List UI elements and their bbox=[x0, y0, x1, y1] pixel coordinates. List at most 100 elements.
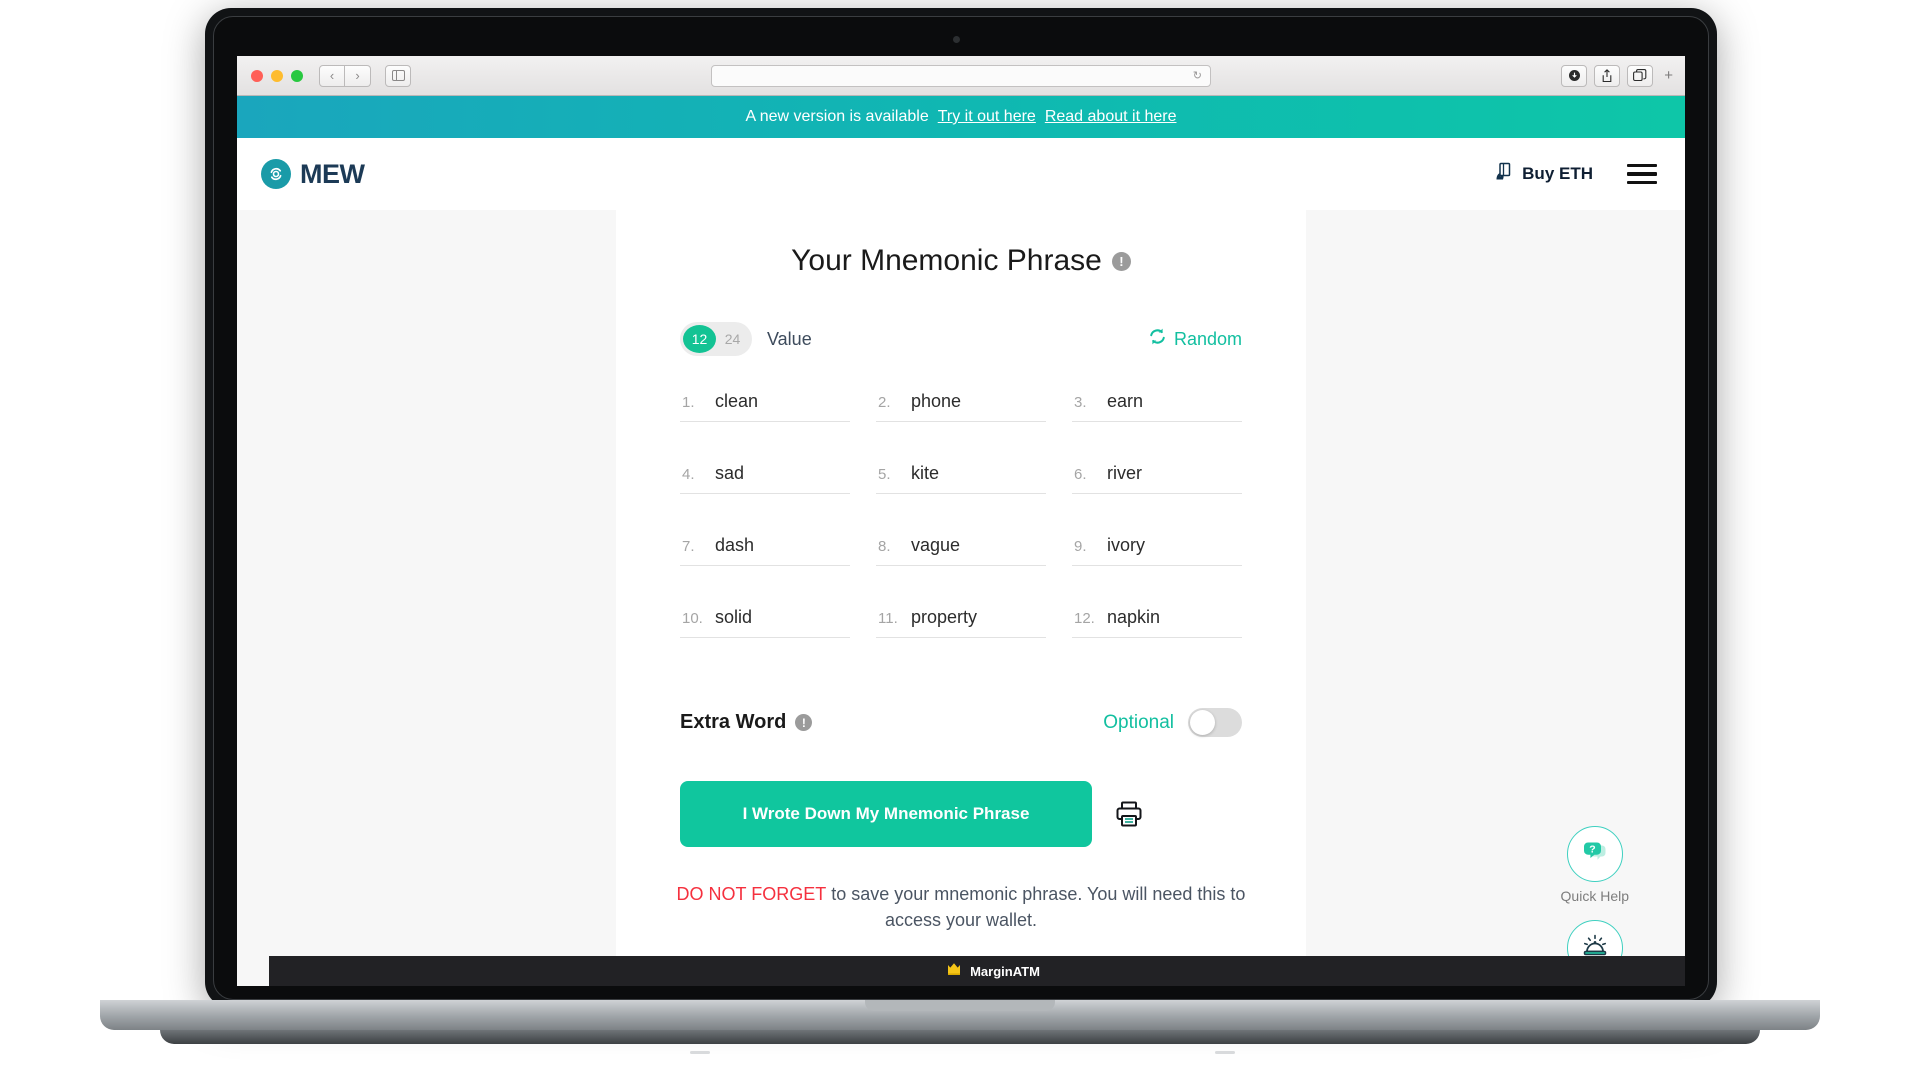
value-label: Value bbox=[767, 328, 812, 349]
close-window-icon[interactable] bbox=[251, 69, 263, 82]
word-value: sad bbox=[715, 463, 745, 483]
mnemonic-word-5[interactable]: 5. kite bbox=[876, 454, 1046, 494]
word-index: 7. bbox=[682, 538, 695, 555]
question-bubble-icon: ? bbox=[1580, 837, 1610, 872]
try-it-out-link[interactable]: Try it out here bbox=[938, 108, 1036, 126]
mew-logo-icon bbox=[261, 159, 291, 189]
extra-word-label: Extra Word bbox=[680, 711, 787, 733]
warning-strong: DO NOT FORGET bbox=[676, 884, 827, 904]
mnemonic-word-6[interactable]: 6. river bbox=[1072, 454, 1242, 494]
mew-logo-text: MEW bbox=[300, 158, 365, 189]
sidebar-icon[interactable] bbox=[385, 64, 411, 87]
word-value: clean bbox=[715, 391, 759, 411]
mnemonic-word-8[interactable]: 8. vague bbox=[876, 526, 1046, 566]
quick-help-label: Quick Help bbox=[1560, 888, 1629, 904]
extra-word-toggle[interactable] bbox=[1188, 708, 1242, 737]
title-info-icon[interactable]: ! bbox=[1111, 251, 1131, 271]
mnemonic-word-1[interactable]: 1. clean bbox=[680, 382, 850, 422]
mnemonic-word-7[interactable]: 7. dash bbox=[680, 526, 850, 566]
word-index: 4. bbox=[682, 466, 695, 483]
printer-icon[interactable] bbox=[1114, 799, 1144, 829]
card-hand-icon bbox=[1492, 161, 1514, 188]
laptop-base bbox=[100, 1000, 1820, 1030]
nav-buttons: ‹ › bbox=[319, 64, 371, 87]
word-value: napkin bbox=[1107, 607, 1161, 627]
extra-word-label-group: Extra Word ! bbox=[680, 711, 813, 734]
taskbar-app-label: MarginATM bbox=[970, 963, 1040, 979]
controls-row: 12 24 Value Random bbox=[680, 322, 1242, 356]
mnemonic-word-grid: 1. clean 2. phone 3. earn 4. sad 5. kite… bbox=[680, 382, 1242, 670]
mnemonic-word-4[interactable]: 4. sad bbox=[680, 454, 850, 494]
extra-word-controls: Optional bbox=[1103, 708, 1242, 737]
desk-marks bbox=[0, 1045, 1920, 1063]
word-value: property bbox=[911, 607, 978, 627]
page-title-text: Your Mnemonic Phrase bbox=[791, 244, 1102, 277]
word-value: dash bbox=[715, 535, 755, 555]
mnemonic-word-3[interactable]: 3. earn bbox=[1072, 382, 1242, 422]
word-value: vague bbox=[911, 535, 961, 555]
browser-toolbar: ‹ › ↻ + bbox=[237, 56, 1685, 96]
mnemonic-word-10[interactable]: 10. solid bbox=[680, 598, 850, 638]
word-index: 11. bbox=[878, 610, 898, 627]
warning-text: DO NOT FORGET to save your mnemonic phra… bbox=[616, 881, 1306, 933]
reload-icon[interactable]: ↻ bbox=[1193, 69, 1202, 82]
minimize-window-icon[interactable] bbox=[271, 69, 283, 82]
share-icon[interactable] bbox=[1594, 64, 1621, 87]
new-tab-icon[interactable]: + bbox=[1660, 67, 1673, 84]
laptop-base-shadow bbox=[160, 1030, 1760, 1044]
word-count-option-12[interactable]: 12 bbox=[683, 325, 716, 353]
buy-eth-label: Buy ETH bbox=[1522, 164, 1593, 183]
word-index: 12. bbox=[1074, 610, 1095, 627]
address-bar[interactable]: ↻ bbox=[711, 64, 1211, 87]
read-about-it-link[interactable]: Read about it here bbox=[1045, 108, 1177, 126]
word-index: 2. bbox=[878, 394, 891, 411]
hamburger-icon[interactable] bbox=[1627, 163, 1657, 185]
mew-logo[interactable]: MEW bbox=[261, 158, 365, 190]
quick-help-circle: ? bbox=[1566, 826, 1623, 882]
mnemonic-word-11[interactable]: 11. property bbox=[876, 598, 1046, 638]
tabs-icon[interactable] bbox=[1627, 64, 1654, 87]
toolbar-right-buttons: + bbox=[1561, 64, 1673, 87]
word-count-toggle[interactable]: 12 24 bbox=[680, 322, 752, 356]
webcam-icon bbox=[953, 36, 960, 43]
maximize-window-icon[interactable] bbox=[291, 69, 303, 82]
mnemonic-word-2[interactable]: 2. phone bbox=[876, 382, 1046, 422]
crown-icon bbox=[946, 961, 962, 982]
mnemonic-panel: 12 24 Value Random 1. clean 2. phone 3. … bbox=[616, 322, 1306, 670]
word-value: ivory bbox=[1107, 535, 1146, 555]
random-button[interactable]: Random bbox=[1148, 327, 1242, 351]
word-index: 9. bbox=[1074, 538, 1087, 555]
mnemonic-word-12[interactable]: 12. napkin bbox=[1072, 598, 1242, 638]
refresh-icon bbox=[1148, 327, 1167, 351]
word-index: 1. bbox=[682, 394, 695, 411]
mnemonic-word-9[interactable]: 9. ivory bbox=[1072, 526, 1242, 566]
laptop-notch bbox=[865, 1000, 1055, 1011]
quick-help-button[interactable]: ? Quick Help bbox=[1561, 826, 1629, 904]
site-header: MEW Buy ETH bbox=[237, 138, 1685, 210]
word-index: 10. bbox=[682, 610, 703, 627]
page-body: Your Mnemonic Phrase ! 12 24 Value Rando… bbox=[237, 210, 1685, 986]
word-index: 6. bbox=[1074, 466, 1087, 483]
forward-icon[interactable]: › bbox=[345, 64, 371, 87]
word-value: river bbox=[1107, 463, 1142, 483]
wrote-down-mnemonic-button[interactable]: I Wrote Down My Mnemonic Phrase bbox=[680, 781, 1092, 847]
announcement-message: A new version is available bbox=[745, 108, 929, 125]
word-index: 3. bbox=[1074, 394, 1087, 411]
os-taskbar: MarginATM bbox=[269, 956, 1685, 986]
announcement-banner: A new version is available Try it out he… bbox=[237, 96, 1685, 138]
download-icon[interactable] bbox=[1561, 64, 1588, 87]
buy-eth-button[interactable]: Buy ETH bbox=[1492, 161, 1593, 188]
toggle-knob bbox=[1190, 710, 1215, 735]
word-value: earn bbox=[1107, 391, 1144, 411]
screen: ‹ › ↻ + A new version is available Try i… bbox=[237, 56, 1685, 986]
extra-word-info-icon[interactable]: ! bbox=[795, 714, 813, 731]
svg-text:?: ? bbox=[1589, 843, 1595, 855]
word-value: kite bbox=[911, 463, 940, 483]
back-icon[interactable]: ‹ bbox=[319, 64, 345, 87]
word-count-option-24[interactable]: 24 bbox=[716, 325, 749, 353]
word-index: 5. bbox=[878, 466, 891, 483]
laptop-mockup: ‹ › ↻ + A new version is available Try i… bbox=[205, 8, 1717, 1008]
window-traffic-lights bbox=[251, 69, 303, 82]
page-title: Your Mnemonic Phrase ! bbox=[616, 244, 1306, 278]
extra-word-row: Extra Word ! Optional bbox=[616, 708, 1306, 737]
